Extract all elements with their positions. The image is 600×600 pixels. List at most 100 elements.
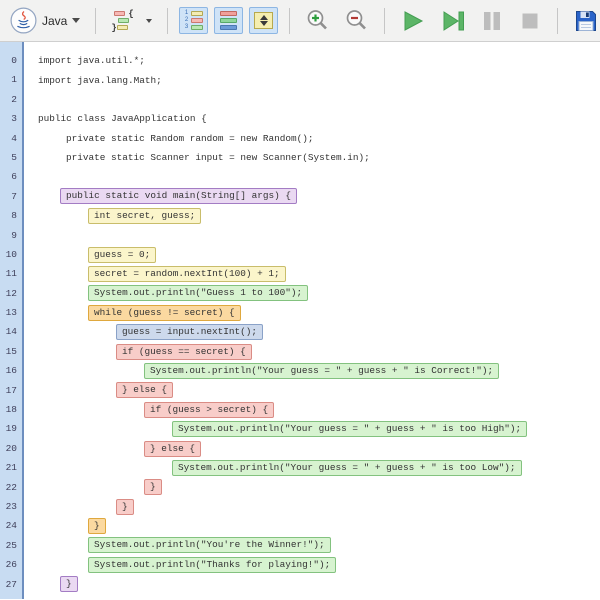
code-line: } xyxy=(24,575,600,594)
run-to-end-button[interactable] xyxy=(436,6,470,36)
code-line: guess = 0; xyxy=(24,245,600,264)
code-line: System.out.println("You're the Winner!")… xyxy=(24,536,600,555)
code-line: import java.util.*; xyxy=(24,51,600,70)
stop-button[interactable] xyxy=(514,6,546,36)
line-number: 28 xyxy=(0,594,22,600)
colored-bars-icon xyxy=(220,11,237,16)
code-block-green[interactable]: System.out.println("You're the Winner!")… xyxy=(88,537,331,553)
line-number: 22 xyxy=(0,478,22,497)
code-line: System.out.println("Your guess = " + gue… xyxy=(24,458,600,477)
line-number: 11 xyxy=(0,264,22,283)
code-block-green[interactable]: System.out.println("Guess 1 to 100"); xyxy=(88,285,308,301)
line-number: 17 xyxy=(0,381,22,400)
code-block-orange[interactable]: while (guess != secret) { xyxy=(88,305,241,321)
code-block-purple[interactable]: public static void main(String[] args) { xyxy=(60,188,297,204)
line-number: 10 xyxy=(0,245,22,264)
line-number: 1 xyxy=(0,70,22,89)
line-number: 18 xyxy=(0,400,22,419)
line-number: 12 xyxy=(0,284,22,303)
line-number: 9 xyxy=(0,226,22,245)
line-number: 26 xyxy=(0,555,22,574)
zoom-in-button[interactable] xyxy=(301,5,334,36)
chevron-down-icon xyxy=(146,19,152,23)
code-block-green[interactable]: System.out.println("Your guess = " + gue… xyxy=(144,363,499,379)
code-block-pink[interactable]: if (guess == secret) { xyxy=(116,344,252,360)
code-line: System.out.println("Guess 1 to 100"); xyxy=(24,284,600,303)
line-number: 3 xyxy=(0,109,22,128)
toolbar-separator xyxy=(95,8,96,34)
line-number: 23 xyxy=(0,497,22,516)
code-block-green[interactable]: System.out.println("Your guess = " + gue… xyxy=(172,421,527,437)
code-lines: import java.util.*;import java.lang.Math… xyxy=(24,42,600,599)
code-text: private static Random random = new Rando… xyxy=(66,133,314,144)
code-block-pink[interactable]: } else { xyxy=(144,441,201,457)
run-icon xyxy=(400,9,426,33)
code-line: System.out.println("Your guess = " + gue… xyxy=(24,419,600,438)
code-line: public static void main(String[] args) { xyxy=(24,187,600,206)
code-line: } xyxy=(24,497,600,516)
line-number: 25 xyxy=(0,536,22,555)
code-line: import java.lang.Math; xyxy=(24,70,600,89)
language-selector[interactable]: Java xyxy=(6,4,84,37)
line-number: 24 xyxy=(0,516,22,535)
code-block-pink[interactable]: } xyxy=(116,499,134,515)
code-block-pink[interactable]: } xyxy=(144,479,162,495)
toolbar-separator xyxy=(557,8,558,34)
toolbar-separator xyxy=(384,8,385,34)
zoom-out-button[interactable] xyxy=(340,5,373,36)
code-block-pink[interactable]: if (guess > secret) { xyxy=(144,402,274,418)
line-number: 16 xyxy=(0,361,22,380)
code-text: private static Scanner input = new Scann… xyxy=(66,152,370,163)
code-line: if (guess > secret) { xyxy=(24,400,600,419)
code-line: if (guess == secret) { xyxy=(24,342,600,361)
code-line: System.out.println("Thanks for playing!"… xyxy=(24,555,600,574)
view-numbered-blocks-toggle[interactable]: 1 2 3 xyxy=(179,7,208,34)
language-label: Java xyxy=(42,14,67,28)
highlight-style-icon: { } xyxy=(111,10,141,32)
code-block-orange[interactable]: } xyxy=(88,518,106,534)
code-line: while (guess != secret) { xyxy=(24,303,600,322)
code-line: } xyxy=(24,594,600,599)
line-number: 8 xyxy=(0,206,22,225)
line-number: 6 xyxy=(0,167,22,186)
line-number: 2 xyxy=(0,90,22,109)
code-line: private static Scanner input = new Scann… xyxy=(24,148,600,167)
code-block-purple[interactable]: } xyxy=(60,576,78,592)
line-number: 7 xyxy=(0,187,22,206)
chevron-down-icon xyxy=(72,18,80,23)
line-number: 19 xyxy=(0,419,22,438)
line-number: 0 xyxy=(0,51,22,70)
code-block-green[interactable]: System.out.println("Your guess = " + gue… xyxy=(172,460,522,476)
code-line: int secret, guess; xyxy=(24,206,600,225)
line-number: 20 xyxy=(0,439,22,458)
code-line: } xyxy=(24,516,600,535)
code-block-yellow[interactable]: int secret, guess; xyxy=(88,208,201,224)
toolbar-separator xyxy=(289,8,290,34)
numbered-blocks-icon: 1 xyxy=(185,11,203,16)
java-block-editor-window: Java { } 1 2 3 xyxy=(0,0,600,600)
code-block-pink[interactable]: } else { xyxy=(116,382,173,398)
code-block-blue[interactable]: guess = input.nextInt(); xyxy=(116,324,263,340)
save-button[interactable] xyxy=(569,5,600,37)
view-fit-height-toggle[interactable] xyxy=(249,7,278,34)
code-block-green[interactable]: System.out.println("Thanks for playing!"… xyxy=(88,557,336,573)
code-line xyxy=(24,90,600,109)
line-number: 27 xyxy=(0,575,22,594)
highlight-style-button[interactable]: { } xyxy=(107,7,156,35)
code-line: } xyxy=(24,478,600,497)
code-editor: 0123456789101112131415161718192021222324… xyxy=(0,42,600,599)
pause-button[interactable] xyxy=(476,6,508,36)
view-colored-bars-toggle[interactable] xyxy=(214,7,243,34)
code-line: guess = input.nextInt(); xyxy=(24,322,600,341)
code-line: public class JavaApplication { xyxy=(24,109,600,128)
zoom-out-icon xyxy=(344,8,369,33)
line-number: 21 xyxy=(0,458,22,477)
code-block-yellow[interactable]: guess = 0; xyxy=(88,247,156,263)
line-number: 5 xyxy=(0,148,22,167)
code-line xyxy=(24,167,600,186)
code-text: } xyxy=(38,598,44,599)
line-number: 4 xyxy=(0,129,22,148)
run-button[interactable] xyxy=(396,6,430,36)
code-block-yellow[interactable]: secret = random.nextInt(100) + 1; xyxy=(88,266,286,282)
java-logo-icon xyxy=(10,7,37,34)
